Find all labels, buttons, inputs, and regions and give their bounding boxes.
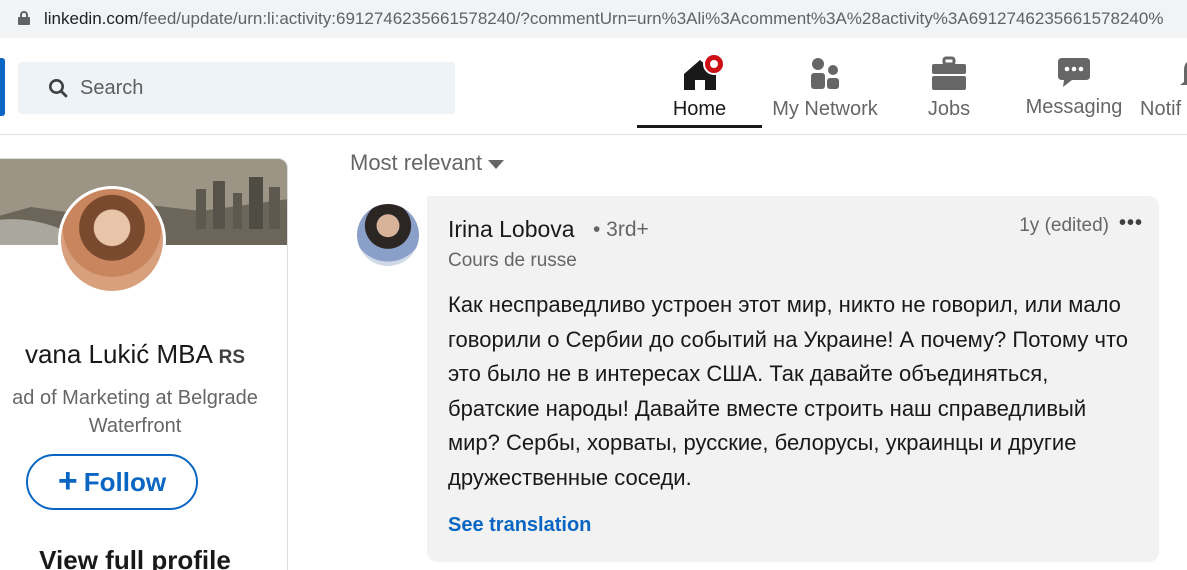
nav-home-label: Home [672, 98, 727, 120]
nav-my-network[interactable]: My Network [764, 54, 886, 128]
active-indicator [637, 125, 762, 128]
profile-headline: ad of Marketing at Belgrade Waterfront [12, 387, 258, 437]
network-icon [811, 58, 839, 89]
search-input[interactable] [80, 62, 440, 114]
messaging-icon [1058, 58, 1090, 87]
country-badge: RS [218, 347, 246, 368]
see-translation-button[interactable]: See translation [448, 514, 591, 537]
commenter-headline: Cours de russe [448, 250, 577, 271]
follow-button[interactable]: + Follow [26, 454, 198, 510]
more-options-icon[interactable]: ••• [1119, 212, 1143, 235]
search-icon [49, 79, 68, 98]
avatar[interactable] [58, 186, 166, 294]
profile-name-text: vana Lukić MBA [24, 339, 212, 369]
linkedin-logo[interactable] [0, 58, 5, 116]
commenter-avatar[interactable] [357, 204, 419, 266]
nav-jobs-label: Jobs [927, 98, 971, 120]
nav-home[interactable]: Home [637, 54, 762, 128]
bell-icon [1180, 62, 1187, 85]
connection-degree: • 3rd+ [593, 218, 649, 241]
follow-label: Follow [83, 466, 167, 497]
nav-my-network-label: My Network [772, 98, 878, 120]
profile-card: vana Lukić MBA RS ad of Marketing at Bel… [0, 158, 288, 570]
view-full-profile-link[interactable]: View full profile [0, 545, 287, 570]
global-nav: Home My Network Jobs Messaging [0, 38, 1187, 135]
briefcase-icon [932, 56, 966, 90]
lock-icon[interactable] [18, 11, 30, 25]
url-path: /feed/update/urn:li:activity:69127462356… [138, 9, 1164, 28]
comment-sort-dropdown[interactable]: Most relevant [350, 150, 505, 176]
url-host: linkedin.com [44, 9, 139, 28]
search-box[interactable] [18, 62, 455, 114]
url-text[interactable]: linkedin.com/feed/update/urn:li:activity… [44, 9, 1163, 29]
address-bar[interactable]: linkedin.com/feed/update/urn:li:activity… [0, 0, 1187, 38]
caret-down-icon [488, 159, 505, 169]
home-icon [683, 54, 724, 90]
nav-notifications[interactable]: Notif [1140, 54, 1187, 128]
nav-jobs[interactable]: Jobs [904, 54, 994, 128]
comment-timestamp: 1y (edited) [1019, 215, 1109, 236]
comment-text: Как несправедливо устроен этот мир, никт… [448, 292, 1129, 490]
plus-icon: + [57, 461, 78, 500]
nav-messaging-label: Messaging [1025, 96, 1123, 118]
nav-messaging[interactable]: Messaging [1022, 54, 1126, 128]
commenter-name[interactable]: Irina Lobova [448, 216, 575, 243]
sort-label: Most relevant [350, 150, 483, 175]
comment-bubble: Irina Lobova • 3rd+ 1y (edited) ••• Cour… [427, 196, 1159, 562]
nav-notifications-label: Notif [1140, 98, 1182, 120]
profile-name[interactable]: vana Lukić MBA RS [0, 339, 287, 370]
